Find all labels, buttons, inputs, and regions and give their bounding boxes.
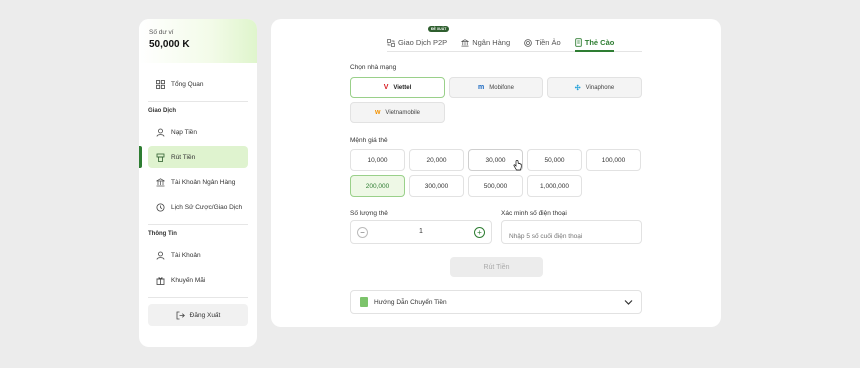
card-icon: [574, 38, 582, 47]
payment-method-tabs: ĐỀ XUẤT Giao Dịch P2P Ngân Hàng Tiền Ảo …: [387, 26, 642, 52]
quantity-stepper: − 1 +: [350, 220, 492, 244]
tab-label: Giao Dịch P2P: [398, 38, 448, 47]
divider: [148, 297, 248, 298]
gift-icon: [155, 275, 165, 285]
denomination-option[interactable]: 10,000: [350, 149, 405, 171]
user-icon: [155, 250, 165, 260]
network-label: Chọn nhà mạng: [350, 64, 397, 71]
denomination-option[interactable]: 100,000: [586, 149, 641, 171]
balance-value: 50,000 K: [149, 39, 190, 50]
tab-bank[interactable]: Ngân Hàng: [461, 34, 510, 51]
network-name: Vietnamobile: [385, 109, 421, 116]
sidebar-item-history[interactable]: Lịch Sử Cược/Giao Dịch: [148, 196, 248, 218]
network-option-vietnamobile[interactable]: w Vietnamobile: [350, 102, 445, 123]
logout-button[interactable]: Đăng Xuất: [148, 304, 248, 326]
sidebar-item-label: Tài Khoản: [171, 251, 201, 259]
section-title-info: Thông Tin: [148, 231, 177, 237]
mobifone-logo-icon: m: [478, 84, 485, 91]
network-option-vinaphone[interactable]: ✣ Vinaphone: [547, 77, 642, 98]
network-option-mobifone[interactable]: m Mobifone: [449, 77, 543, 98]
sidebar-item-label: Khuyến Mãi: [171, 276, 206, 284]
tab-label: Ngân Hàng: [472, 38, 511, 47]
crypto-icon: [524, 38, 532, 47]
viettel-logo-icon: V: [383, 84, 389, 91]
recommended-badge: ĐỀ XUẤT: [428, 26, 450, 32]
divider: [148, 101, 248, 102]
denomination-option[interactable]: 500,000: [468, 175, 523, 197]
quantity-value: 1: [419, 228, 423, 235]
logout-icon: [176, 311, 185, 320]
grid-icon: [155, 79, 165, 89]
document-icon: [360, 297, 368, 307]
network-name: Vinaphone: [585, 84, 615, 91]
increment-button[interactable]: +: [474, 227, 485, 238]
wallet-balance: Số dư ví 50,000 K: [139, 19, 257, 63]
tab-p2p[interactable]: ĐỀ XUẤT Giao Dịch P2P: [387, 26, 450, 51]
divider: [148, 224, 248, 225]
withdraw-submit-button[interactable]: Rút Tiền: [450, 257, 543, 277]
network-name: Viettel: [393, 84, 412, 91]
tab-scratch-card[interactable]: Thẻ Cào: [574, 34, 615, 52]
sidebar-item-deposit[interactable]: Nạp Tiền: [148, 121, 248, 143]
active-indicator: [139, 146, 142, 168]
phone-last-digits-input[interactable]: [501, 220, 642, 244]
tab-crypto[interactable]: Tiền Ảo: [524, 34, 561, 51]
sidebar-item-label: Nạp Tiền: [171, 128, 198, 136]
p2p-icon: [387, 38, 395, 47]
denomination-option[interactable]: 300,000: [409, 175, 464, 197]
logout-label: Đăng Xuất: [189, 311, 221, 319]
denomination-label: Mệnh giá thẻ: [350, 137, 388, 144]
tab-label: Tiền Ảo: [535, 38, 561, 47]
chevron-down-icon: [624, 298, 633, 308]
denomination-option-selected[interactable]: 200,000: [350, 175, 405, 197]
balance-label: Số dư ví: [149, 29, 174, 36]
sidebar-item-promotion[interactable]: Khuyến Mãi: [148, 269, 248, 291]
denomination-option[interactable]: 1,000,000: [527, 175, 582, 197]
section-title-transaction: Giao Dịch: [148, 108, 177, 114]
sidebar-item-label: Tổng Quan: [171, 80, 204, 88]
guide-label: Hướng Dẫn Chuyển Tiền: [374, 298, 447, 306]
sidebar-item-label: Tài Khoản Ngân Hàng: [171, 178, 236, 186]
bank-icon: [461, 38, 469, 47]
denomination-option[interactable]: 50,000: [527, 149, 582, 171]
phone-verify-label: Xác minh số điện thoại: [501, 210, 567, 217]
sidebar-item-withdraw[interactable]: Rút Tiền: [148, 146, 248, 168]
sidebar: Số dư ví 50,000 K Tổng Quan Giao Dịch Nạ…: [139, 19, 257, 347]
main-panel: ĐỀ XUẤT Giao Dịch P2P Ngân Hàng Tiền Ảo …: [271, 19, 721, 327]
sidebar-item-bank-account[interactable]: Tài Khoản Ngân Hàng: [148, 171, 248, 193]
history-icon: [155, 202, 165, 212]
bank-icon: [155, 177, 165, 187]
withdraw-icon: [155, 152, 165, 162]
tab-label: Thẻ Cào: [584, 38, 615, 47]
sidebar-item-overview[interactable]: Tổng Quan: [148, 73, 248, 95]
network-option-viettel[interactable]: V Viettel: [350, 77, 445, 98]
sidebar-item-label: Lịch Sử Cược/Giao Dịch: [171, 203, 243, 211]
vietnamobile-logo-icon: w: [374, 109, 381, 116]
quantity-label: Số lượng thẻ: [350, 210, 388, 217]
hand-cursor-icon: [513, 158, 522, 176]
user-icon: [155, 127, 165, 137]
sidebar-item-account[interactable]: Tài Khoản: [148, 244, 248, 266]
transfer-guide-accordion[interactable]: Hướng Dẫn Chuyển Tiền: [350, 290, 642, 314]
vinaphone-logo-icon: ✣: [574, 84, 581, 92]
denomination-option[interactable]: 20,000: [409, 149, 464, 171]
sidebar-item-label: Rút Tiền: [171, 153, 196, 161]
network-name: Mobifone: [489, 84, 514, 91]
